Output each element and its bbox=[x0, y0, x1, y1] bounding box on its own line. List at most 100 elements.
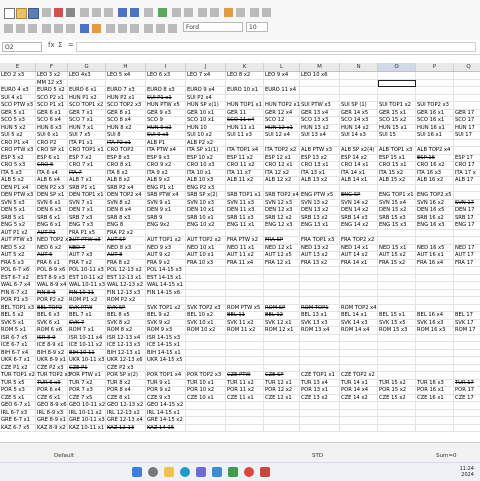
cell[interactable]: AUT TOP2 x2 bbox=[186, 237, 226, 245]
italic-icon[interactable] bbox=[54, 24, 63, 33]
cell[interactable] bbox=[340, 402, 378, 410]
cell[interactable]: SVK PTW bbox=[68, 304, 106, 312]
cell[interactable] bbox=[186, 282, 226, 290]
font-size-box[interactable]: 10 bbox=[246, 22, 268, 32]
cell[interactable]: HUN P2 x1 bbox=[106, 94, 146, 102]
cell[interactable]: DEN 8 x4 bbox=[106, 207, 146, 215]
cell[interactable]: SUI 7 x5 bbox=[68, 132, 106, 140]
cell[interactable]: SVK 8 x2 bbox=[106, 319, 146, 327]
font-name-box[interactable]: Ford bbox=[183, 22, 243, 32]
cell[interactable]: ICE 8-9 x1 bbox=[36, 342, 68, 350]
cell[interactable] bbox=[416, 274, 454, 282]
redo-icon[interactable] bbox=[130, 8, 139, 17]
cell[interactable] bbox=[340, 139, 378, 147]
cell[interactable]: EURO 7 x3 bbox=[106, 87, 146, 95]
cell[interactable]: SCO 5 x3 bbox=[0, 117, 36, 125]
column-header-o[interactable]: O bbox=[378, 63, 416, 71]
cell[interactable]: ENG 13 x1 bbox=[300, 222, 340, 230]
cell[interactable]: SVN 5 x3 bbox=[0, 199, 36, 207]
cell[interactable] bbox=[454, 402, 480, 410]
cell[interactable]: POR 7 x3 bbox=[68, 387, 106, 395]
cell[interactable]: DEN P1 x4 bbox=[0, 184, 36, 192]
column-header-h[interactable]: H bbox=[106, 63, 146, 71]
align-left-icon[interactable] bbox=[106, 24, 115, 33]
cell[interactable]: HUN SP x(1) bbox=[186, 102, 226, 110]
cell[interactable] bbox=[264, 424, 300, 432]
cell[interactable]: ESP 17 bbox=[454, 155, 480, 162]
cell[interactable]: GER 5 x1 bbox=[0, 109, 36, 117]
cell[interactable]: AUT P2 bbox=[36, 229, 68, 237]
cell[interactable]: AUT 15 x2 bbox=[378, 252, 416, 260]
cell[interactable] bbox=[454, 357, 480, 365]
cell[interactable] bbox=[226, 424, 264, 432]
cell[interactable]: HUN 9 x2 bbox=[146, 124, 186, 132]
spreadsheet-app-icon[interactable] bbox=[228, 467, 238, 477]
cell[interactable] bbox=[226, 357, 264, 365]
cell[interactable]: NED 10 x1 bbox=[186, 244, 226, 252]
cell[interactable]: CZE 5 x1 bbox=[0, 394, 36, 402]
cell[interactable] bbox=[300, 229, 340, 237]
cell[interactable]: NED 6 x2 bbox=[36, 244, 68, 252]
cell[interactable] bbox=[416, 289, 454, 297]
cell[interactable] bbox=[264, 409, 300, 417]
cell[interactable] bbox=[186, 267, 226, 275]
cell[interactable] bbox=[454, 335, 480, 342]
cell[interactable]: CRO 15 x1 bbox=[378, 162, 416, 170]
cell[interactable] bbox=[106, 79, 146, 87]
cell[interactable] bbox=[340, 72, 378, 80]
cell[interactable]: ALB 6 x4 bbox=[36, 177, 68, 185]
cell[interactable]: ESP 9 x3 bbox=[146, 154, 186, 162]
cell[interactable]: AUT 8 bbox=[106, 252, 146, 260]
cell[interactable]: POL 10-11 x3 bbox=[68, 267, 106, 275]
cell[interactable]: EURO 4 x3 bbox=[0, 87, 36, 95]
cell[interactable]: ROM 17 bbox=[454, 327, 480, 335]
cell[interactable]: ALB 7 x1 bbox=[68, 177, 106, 185]
cell[interactable]: KAZ 12-13 bbox=[106, 424, 146, 432]
cell[interactable] bbox=[300, 139, 340, 147]
cell[interactable]: FIN 14-15 x6 bbox=[146, 289, 186, 297]
cell[interactable] bbox=[340, 184, 378, 192]
cell[interactable] bbox=[454, 80, 480, 87]
cell[interactable]: EURO 11 x4 bbox=[264, 87, 300, 95]
cell[interactable]: ITA 8 x2 bbox=[106, 169, 146, 177]
cell[interactable]: SRB TOP2 x4 bbox=[264, 192, 300, 200]
cell[interactable]: SCO 12 bbox=[264, 117, 300, 125]
cell[interactable] bbox=[416, 267, 454, 275]
cut-icon[interactable] bbox=[80, 8, 89, 17]
cell[interactable]: GER 13 x4 bbox=[300, 109, 340, 117]
cell[interactable]: POR 13 x1 bbox=[300, 387, 340, 395]
cell[interactable]: DEN 14 x2 bbox=[340, 207, 378, 215]
cell[interactable]: SRB 13 x2 bbox=[300, 214, 340, 222]
cell[interactable]: BEL 14 x1 bbox=[340, 312, 378, 320]
cell[interactable] bbox=[378, 139, 416, 147]
cell[interactable]: POL 6-7 x6 bbox=[0, 267, 36, 275]
cell[interactable]: ITA 13 x1 bbox=[300, 169, 340, 177]
cell[interactable] bbox=[416, 87, 454, 95]
cell[interactable]: SCO P2 x1 bbox=[36, 94, 68, 102]
cell[interactable]: GRE 8-9 x1 bbox=[36, 417, 68, 425]
cell[interactable]: DEN P2 x3 bbox=[36, 184, 68, 192]
cell[interactable]: AUT 10 x1 bbox=[186, 252, 226, 260]
cell[interactable]: SUI 8 bbox=[106, 132, 146, 140]
cell[interactable]: DEN TOP1 x1 bbox=[68, 192, 106, 200]
cell[interactable] bbox=[300, 409, 340, 417]
cell[interactable]: ROM 8 x2 bbox=[106, 327, 146, 335]
cell[interactable]: CZE 6 x1 bbox=[36, 394, 68, 402]
cell[interactable]: SUI TOP1 x2 bbox=[378, 102, 416, 110]
cell[interactable]: BEL 9 x2 bbox=[146, 312, 186, 320]
cell[interactable] bbox=[226, 139, 264, 147]
cell[interactable]: ENG PTW x5 bbox=[300, 192, 340, 200]
cell[interactable]: SUI SP (1) bbox=[340, 102, 378, 110]
cell[interactable]: ESP 6 x1 bbox=[36, 154, 68, 162]
cell[interactable] bbox=[300, 357, 340, 365]
cell[interactable]: FRA PTW x2 bbox=[226, 237, 264, 245]
cell[interactable]: CRO 12 x1 bbox=[264, 162, 300, 170]
cell[interactable] bbox=[454, 95, 480, 102]
cell[interactable]: BEL 8 x5 bbox=[106, 312, 146, 320]
cell[interactable]: SRB SP x(2) bbox=[186, 192, 226, 200]
cell[interactable]: CRO SP x1 bbox=[36, 147, 68, 155]
cell[interactable]: SVN 13 x2 bbox=[300, 199, 340, 207]
cell[interactable]: TUR TOP2 x3 bbox=[36, 372, 71, 380]
cell[interactable]: ROM 16 x3 bbox=[416, 327, 454, 335]
cell[interactable]: CRO 8 x1 bbox=[106, 162, 146, 170]
